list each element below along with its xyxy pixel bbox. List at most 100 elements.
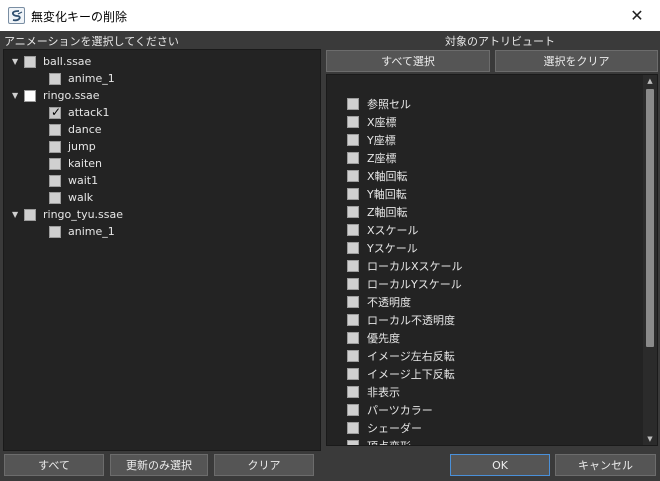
checkbox[interactable] xyxy=(347,241,359,254)
attribute-item[interactable]: X座標 xyxy=(347,113,397,130)
clear-animations-button[interactable]: クリア xyxy=(214,454,314,476)
tree-item-animation[interactable]: jump xyxy=(49,138,96,155)
title-bar: 無変化キーの削除 ✕ xyxy=(0,0,660,31)
attribute-item[interactable]: Z座標 xyxy=(347,149,397,166)
attribute-item[interactable]: Yスケール xyxy=(347,239,418,256)
attribute-item[interactable]: 頂点変形 xyxy=(347,437,411,445)
checkbox[interactable] xyxy=(49,72,61,85)
attribute-label: Yスケール xyxy=(367,241,418,255)
attribute-label: イメージ上下反転 xyxy=(367,367,455,381)
tree-item-animation[interactable]: kaiten xyxy=(49,155,102,172)
checkbox[interactable] xyxy=(347,259,359,272)
window-title: 無変化キーの削除 xyxy=(31,10,128,24)
select-all-button[interactable]: すべて選択 xyxy=(326,50,490,72)
checkbox[interactable] xyxy=(24,55,36,68)
vertical-scrollbar[interactable]: ▲ ▼ xyxy=(643,75,657,445)
checkbox[interactable] xyxy=(347,97,359,110)
attribute-label: パーツカラー xyxy=(367,403,433,417)
close-button[interactable]: ✕ xyxy=(614,0,660,31)
attribute-item[interactable]: Xスケール xyxy=(347,221,419,238)
attribute-item[interactable]: イメージ左右反転 xyxy=(347,347,455,364)
tree-item-animation[interactable]: anime_1 xyxy=(49,223,115,240)
checkbox[interactable] xyxy=(347,205,359,218)
checkbox-checked[interactable] xyxy=(49,105,61,119)
target-attribute-header: 対象のアトリビュート xyxy=(445,35,555,48)
checkbox[interactable] xyxy=(24,89,36,102)
attribute-item[interactable]: ローカルXスケール xyxy=(347,257,463,274)
checkbox[interactable] xyxy=(49,191,61,204)
attribute-item[interactable]: Y座標 xyxy=(347,131,396,148)
expand-arrow-icon[interactable]: ▼ xyxy=(12,57,24,66)
attribute-item[interactable]: X軸回転 xyxy=(347,167,408,184)
attribute-label: ローカル不透明度 xyxy=(367,313,455,327)
select-updated-only-button[interactable]: 更新のみ選択 xyxy=(110,454,208,476)
attribute-item[interactable]: シェーダー xyxy=(347,419,422,436)
checkbox[interactable] xyxy=(347,169,359,182)
cancel-button[interactable]: キャンセル xyxy=(555,454,656,476)
checkbox[interactable] xyxy=(347,277,359,290)
checkbox[interactable] xyxy=(347,313,359,326)
app-icon xyxy=(8,7,25,24)
checkbox[interactable] xyxy=(347,115,359,128)
attribute-item[interactable]: パーツカラー xyxy=(347,401,433,418)
checkbox[interactable] xyxy=(347,367,359,380)
tree-item-file[interactable]: ▼ ringo_tyu.ssae xyxy=(12,206,123,223)
attribute-item[interactable]: イメージ上下反転 xyxy=(347,365,455,382)
attribute-label: イメージ左右反転 xyxy=(367,349,455,363)
tree-item-label: walk xyxy=(68,191,94,204)
tree-item-animation[interactable]: anime_1 xyxy=(49,70,115,87)
expand-arrow-icon[interactable]: ▼ xyxy=(12,91,24,100)
checkbox[interactable] xyxy=(347,349,359,362)
tree-item-animation[interactable]: dance xyxy=(49,121,102,138)
checkbox[interactable] xyxy=(347,223,359,236)
tree-item-file[interactable]: ▼ ringo.ssae xyxy=(12,87,100,104)
attribute-label: Y軸回転 xyxy=(367,187,407,201)
checkbox[interactable] xyxy=(49,225,61,238)
close-icon: ✕ xyxy=(630,6,644,25)
checkbox[interactable] xyxy=(347,385,359,398)
attribute-item[interactable]: Z軸回転 xyxy=(347,203,408,220)
attribute-item[interactable]: 非表示 xyxy=(347,383,400,400)
tree-item-file[interactable]: ▼ ball.ssae xyxy=(12,53,91,70)
checkbox[interactable] xyxy=(347,439,359,445)
scroll-up-icon[interactable]: ▲ xyxy=(643,75,657,87)
attribute-item[interactable]: 不透明度 xyxy=(347,293,411,310)
select-all-animations-button[interactable]: すべて xyxy=(4,454,104,476)
scroll-down-icon[interactable]: ▼ xyxy=(643,433,657,445)
attribute-item[interactable]: 優先度 xyxy=(347,329,400,346)
animation-tree[interactable]: ▼ ball.ssae anime_1 ▼ ringo.ssae attack1… xyxy=(3,49,321,451)
attribute-label: 非表示 xyxy=(367,385,400,399)
tree-item-label: ringo_tyu.ssae xyxy=(43,208,124,221)
checkbox[interactable] xyxy=(347,187,359,200)
attribute-list[interactable]: 参照セル X座標 Y座標 Z座標 X軸回転 Y軸回転 Z軸回転 Xスケール Yス… xyxy=(326,74,658,446)
checkbox[interactable] xyxy=(49,123,61,136)
attribute-label: シェーダー xyxy=(367,421,422,435)
checkbox[interactable] xyxy=(347,295,359,308)
ok-button[interactable]: OK xyxy=(450,454,550,476)
checkbox[interactable] xyxy=(347,133,359,146)
tree-item-label: ringo.ssae xyxy=(43,89,100,102)
attribute-item[interactable]: ローカル不透明度 xyxy=(347,311,455,328)
attribute-label: Xスケール xyxy=(367,223,419,237)
tree-item-animation[interactable]: attack1 xyxy=(49,104,110,121)
attribute-item[interactable]: 参照セル xyxy=(347,95,411,112)
checkbox[interactable] xyxy=(347,421,359,434)
checkbox[interactable] xyxy=(347,151,359,164)
checkbox[interactable] xyxy=(347,331,359,344)
attribute-label: X軸回転 xyxy=(367,169,408,183)
checkbox[interactable] xyxy=(24,208,36,221)
tree-item-label: anime_1 xyxy=(68,72,115,85)
scrollbar-thumb[interactable] xyxy=(646,89,654,347)
checkbox[interactable] xyxy=(49,174,61,187)
checkbox[interactable] xyxy=(347,403,359,416)
checkbox[interactable] xyxy=(49,157,61,170)
attribute-label: 参照セル xyxy=(367,97,411,111)
attribute-item[interactable]: Y軸回転 xyxy=(347,185,407,202)
tree-item-animation[interactable]: walk xyxy=(49,189,93,206)
tree-item-animation[interactable]: wait1 xyxy=(49,172,98,189)
tree-item-label: jump xyxy=(68,140,96,153)
attribute-item[interactable]: ローカルYスケール xyxy=(347,275,462,292)
expand-arrow-icon[interactable]: ▼ xyxy=(12,210,24,219)
clear-selection-button[interactable]: 選択をクリア xyxy=(495,50,658,72)
checkbox[interactable] xyxy=(49,140,61,153)
